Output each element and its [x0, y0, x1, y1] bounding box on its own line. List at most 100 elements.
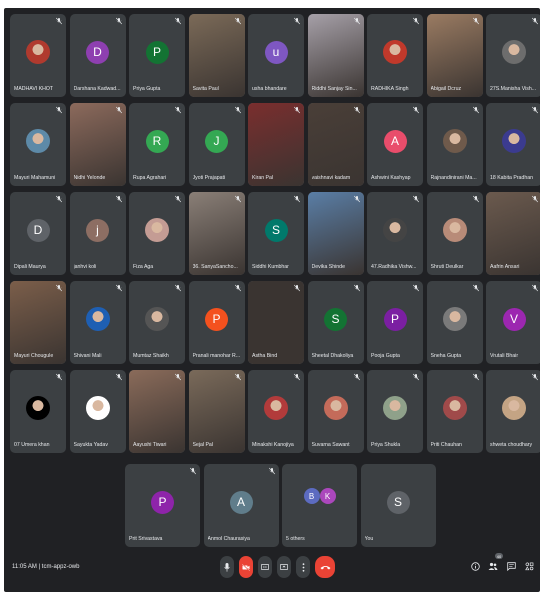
participant-tile-5-others[interactable]: BK 5 others: [282, 464, 357, 547]
participant-name: MADHAVI KHOT: [14, 86, 54, 92]
participant-name: Fiza Aga: [133, 264, 154, 270]
participant-tile-riddhi-sanjay-sin[interactable]: Riddhi Sanjay Sin...: [307, 14, 364, 97]
participant-tile-janhvi-koli[interactable]: j janhvi koli: [69, 192, 126, 275]
profile-photo: [502, 129, 526, 154]
mic-off-icon: [353, 373, 360, 381]
activities-button[interactable]: [524, 560, 534, 572]
profile-photo: [145, 307, 169, 332]
participant-tile-suvarna-sawant[interactable]: Suvarna Sawant: [307, 370, 364, 453]
participant-tile-ashwini-kashyap[interactable]: A Ashwini Kashyap: [367, 103, 423, 186]
chat-button[interactable]: [506, 560, 516, 572]
avatar: D: [86, 40, 109, 64]
participant-name: Rajnandinirani Ma...: [430, 175, 477, 181]
mic-off-icon: [115, 284, 122, 292]
participant-name: Rupa Agrahari: [133, 175, 167, 181]
leave-call-button[interactable]: [315, 556, 335, 578]
participant-tile-abigail-dcruz[interactable]: Abigail Dcruz: [426, 14, 483, 97]
participant-tile-47-radhika-vishw[interactable]: 47.Radhika Vishw...: [367, 192, 423, 275]
participant-tile-siddhi-kumbhar[interactable]: S Siddhi Kumbhar: [248, 192, 304, 275]
participant-tile-mayuri-mahamuni[interactable]: Mayuri Mahamuni: [10, 103, 66, 186]
participant-tile-sayukta-yadav[interactable]: Sayukta Yadav: [69, 370, 126, 453]
participant-name: Mumtaz Shaikh: [133, 353, 169, 359]
participant-tile-mayuri-chougule[interactable]: Mayuri Chougule: [10, 281, 66, 364]
info-button[interactable]: [470, 560, 480, 572]
mic-off-icon: [115, 195, 122, 203]
mic-off-icon: [353, 17, 360, 25]
participant-tile-astha-bind[interactable]: Astha Bind: [248, 281, 304, 364]
participant-tile-mumtaz-shaikh[interactable]: Mumtaz Shaikh: [129, 281, 185, 364]
mic-off-icon: [293, 106, 301, 114]
participant-tile-darshana-kadwad[interactable]: D Darshana Kadwad...: [69, 14, 126, 97]
more-options-button[interactable]: [296, 556, 310, 578]
participant-tile-pranali-manohar-r[interactable]: P Pranali manohar R...: [188, 281, 245, 364]
avatar: S: [264, 218, 288, 242]
participant-name: Abigail Dcruz: [430, 86, 462, 92]
participant-tile-madhavi-khot[interactable]: MADHAVI KHOT: [10, 14, 66, 97]
participant-tile-fiza-aga[interactable]: Fiza Aga: [129, 192, 185, 275]
participant-tile-minakshi-kanojiya[interactable]: Minakshi Kanojiya: [248, 370, 304, 453]
mic-button[interactable]: [220, 556, 234, 578]
profile-photo: [85, 307, 110, 332]
avatar: R: [145, 129, 169, 153]
participant-tile-prit-srivastava[interactable]: P Prit Srivastava: [125, 464, 200, 547]
participant-tile-sejal-pal[interactable]: Sejal Pal: [188, 370, 245, 453]
participant-tile-nidhi-yelonde[interactable]: Nidhi Yelonde: [69, 103, 126, 186]
participant-tile-shruti-deulkar[interactable]: Shruti Deulkar: [426, 192, 483, 275]
participant-name: Shivani Mali: [73, 353, 102, 359]
participant-name: Dipali Maurya: [14, 264, 46, 270]
participant-tile-sneha-gupta[interactable]: Sneha Gupta: [426, 281, 483, 364]
video-feed: [307, 14, 364, 97]
participant-tile-savita-paul[interactable]: Savita Paul: [188, 14, 245, 97]
captions-button[interactable]: CC: [258, 556, 272, 578]
participant-name: Priti Chauhan: [430, 442, 462, 448]
avatar: D: [26, 218, 50, 242]
participant-tile-36-sanyasancho[interactable]: 36. SanyaSancho...: [188, 192, 245, 275]
participant-tile-07-umera-khan[interactable]: 07 Umera khan: [10, 370, 66, 453]
participant-tile-anmol-chaurasiya[interactable]: A Anmol Chaurasiya: [203, 464, 279, 547]
participant-tile-vaishnavi-kadam[interactable]: vaishnavi kadam: [307, 103, 364, 186]
video-feed: [188, 14, 245, 97]
profile-photo: [26, 396, 50, 421]
mic-off-icon: [174, 284, 182, 292]
participant-tile-sheetal-dhakoliya[interactable]: S Sheetal Dhakoliya: [307, 281, 364, 364]
participant-tile-rajnandinirani-ma[interactable]: Rajnandinirani Ma...: [426, 103, 483, 186]
people-button[interactable]: 40: [488, 553, 503, 572]
participant-tile-vrutali-bhair[interactable]: V Vrutali Bhair: [486, 281, 540, 364]
participant-tile-usha-bhandare[interactable]: u usha bhandare: [248, 14, 304, 97]
participant-tile-pooja-gupta[interactable]: P Pooja Gupta: [367, 281, 423, 364]
participant-tile-priya-gupta[interactable]: P Priya Gupta: [129, 14, 185, 97]
participant-name: Sneha Gupta: [430, 353, 462, 359]
captions-icon: CC: [261, 564, 269, 570]
participant-tile-shivani-mali[interactable]: Shivani Mali: [69, 281, 126, 364]
participant-tile-priya-shukla[interactable]: Priya Shukla: [367, 370, 423, 453]
participant-tile-jyoti-prajapati[interactable]: J Jyoti Prajapati: [188, 103, 245, 186]
profile-photo: [26, 40, 50, 65]
mic-off-icon: [353, 195, 360, 203]
participant-name: Priya Shukla: [371, 442, 401, 448]
participant-name: Mayuri Mahamuni: [14, 175, 56, 181]
profile-photo: [442, 129, 467, 154]
mic-off-icon: [174, 195, 182, 203]
participant-tile-aayushi-tiwari[interactable]: Aayushi Tiwari: [129, 370, 185, 453]
video-feed: [248, 281, 304, 364]
participant-tile-devika-shinde[interactable]: Devika Shinde: [307, 192, 364, 275]
camera-off-button[interactable]: [239, 556, 253, 578]
participant-tile-aafrin-ansari[interactable]: Aafrin Ansari: [486, 192, 540, 275]
participant-tile-you[interactable]: S You: [360, 464, 436, 547]
present-button[interactable]: [277, 556, 291, 578]
video-feed: [69, 103, 126, 186]
participant-tile-27s-manisha-vish[interactable]: 27S.Manisha Vish...: [486, 14, 540, 97]
participant-tile-dipali-maurya[interactable]: D Dipali Maurya: [10, 192, 66, 275]
profile-photo: [85, 396, 110, 421]
mic-off-icon: [412, 106, 420, 114]
mic-off-icon: [115, 373, 122, 381]
participant-tile-radhika-singh[interactable]: RADHIKA Singh: [367, 14, 423, 97]
participant-tile-shweta-choudhary[interactable]: shweta choudhary: [486, 370, 540, 453]
participant-tile-kiran-pal[interactable]: Kiran Pal: [248, 103, 304, 186]
participant-tile-rupa-agrahari[interactable]: R Rupa Agrahari: [129, 103, 185, 186]
participant-tile-priti-chauhan[interactable]: Priti Chauhan: [426, 370, 483, 453]
participant-tile-18-kabita-pradhan[interactable]: 18 Kabita Pradhan: [486, 103, 540, 186]
participant-name: Prit Srivastava: [129, 536, 163, 542]
avatar: P: [383, 307, 407, 331]
mic-off-icon: [293, 284, 301, 292]
